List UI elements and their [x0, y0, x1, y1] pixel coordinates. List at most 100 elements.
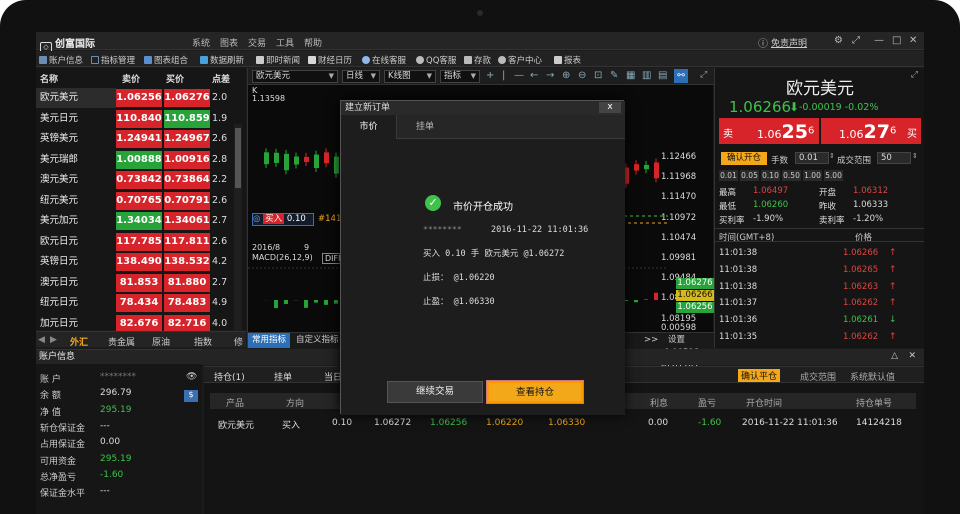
quote-name[interactable]: 欧元美元 — [40, 88, 112, 108]
quote-ask[interactable]: 110.859 — [164, 109, 210, 128]
tool-news[interactable]: 即时新闻 — [256, 54, 300, 66]
deposit-icon[interactable]: $ — [184, 390, 198, 402]
quote-ask[interactable]: 1.06276 — [164, 89, 210, 107]
tab-more[interactable]: 修 — [234, 335, 243, 348]
tab-metals[interactable]: 贵金属 — [108, 335, 135, 348]
quote-name[interactable]: 英镑美元 — [40, 129, 112, 149]
view-positions-button[interactable]: 查看持仓 — [486, 380, 584, 404]
zoom-out-icon[interactable]: ⊖ — [578, 70, 586, 81]
tab-oil[interactable]: 原油 — [152, 335, 170, 348]
quote-bid[interactable]: 82.676 — [116, 314, 162, 333]
bars-icon[interactable]: ▥ — [642, 70, 651, 81]
minimize-icon[interactable]: — — [874, 35, 884, 46]
quote-ask[interactable]: 1.24967 — [164, 130, 210, 148]
chart-style-select[interactable]: K线图 ▼ — [384, 70, 436, 83]
quote-name[interactable]: 美元加元 — [40, 211, 112, 231]
tool-indicator-manage[interactable]: 指标管理 — [91, 54, 135, 66]
system-default-label[interactable]: 系统默认值 — [850, 370, 895, 383]
tool-qq[interactable]: QQ客服 — [416, 54, 456, 66]
confirm-close-button[interactable]: 确认平仓 — [738, 369, 781, 382]
menu-chart[interactable]: 图表 — [220, 36, 238, 49]
continue-trading-button[interactable]: 继续交易 — [387, 381, 483, 403]
tab-custom-indicators[interactable]: 自定义指标 — [296, 333, 339, 348]
tab-market[interactable]: 市价 — [341, 115, 397, 139]
fullscreen-icon[interactable]: ⤢ — [852, 35, 860, 46]
link-icon[interactable]: ⚯ — [674, 69, 688, 83]
tab-settings[interactable]: 设置 — [668, 333, 685, 348]
pencil-icon[interactable]: ✎ — [610, 70, 618, 81]
disclaimer-link[interactable]: 免责声明 — [771, 36, 807, 49]
quote-ask[interactable]: 82.716 — [164, 314, 210, 333]
quote-bid[interactable]: 1.24941 — [116, 130, 162, 148]
confirm-open-button[interactable]: 确认开仓 — [721, 152, 767, 165]
tab-prev-icon[interactable]: ◀ — [38, 335, 45, 345]
quote-bid[interactable]: 110.840 — [116, 109, 162, 128]
quick-lot-button[interactable]: 0.05 — [740, 170, 759, 181]
tool-deposit[interactable]: 存款 — [464, 54, 491, 66]
lots-input[interactable]: 0.01 — [795, 152, 829, 164]
quote-name[interactable]: 英镑日元 — [40, 252, 112, 272]
order-line-tag[interactable]: ◎ 买入 0.10 — [252, 213, 314, 226]
sell-button[interactable]: 卖 1.06256 — [719, 118, 819, 144]
quote-bid[interactable]: 1.06256 — [116, 89, 162, 107]
tab-pending-order[interactable]: 挂单 — [397, 115, 453, 139]
tool-calendar[interactable]: 财经日历 — [308, 54, 352, 66]
tab-holdings[interactable]: 持仓(1) — [214, 370, 245, 383]
quote-scrollbar[interactable] — [234, 124, 242, 364]
quick-lot-button[interactable]: 5.00 — [824, 170, 843, 181]
quote-name[interactable]: 欧元日元 — [40, 232, 112, 252]
quote-bid[interactable]: 0.73842 — [116, 171, 162, 189]
close-icon[interactable]: ✕ — [909, 35, 917, 46]
close-panel-icon[interactable]: ✕ — [908, 351, 916, 361]
tab-next-icon[interactable]: ▶ — [50, 335, 57, 345]
quote-name[interactable]: 澳元日元 — [40, 273, 112, 293]
fit-icon[interactable]: ⊡ — [594, 70, 602, 81]
quote-bid[interactable]: 0.70765 — [116, 191, 162, 210]
menu-system[interactable]: 系统 — [192, 36, 210, 49]
tool-account-info[interactable]: 账户信息 — [39, 54, 83, 66]
quote-ask[interactable]: 0.73864 — [164, 171, 210, 189]
quote-bid[interactable]: 138.490 — [116, 253, 162, 271]
grid-icon[interactable]: ▦ — [626, 70, 635, 81]
quote-name[interactable]: 纽元美元 — [40, 191, 112, 211]
template-icon[interactable]: ▤ — [658, 70, 667, 81]
quick-lot-button[interactable]: 0.10 — [761, 170, 780, 181]
quote-name[interactable]: 美元日元 — [40, 109, 112, 129]
indicator-select[interactable]: 指标 ▼ — [440, 70, 480, 83]
arrow-left-icon[interactable]: ← — [530, 70, 538, 81]
maximize-icon[interactable]: □ — [892, 35, 901, 46]
tab-common-indicators[interactable]: 常用指标 — [248, 333, 291, 348]
mask-icon[interactable]: 👁 — [186, 372, 197, 382]
buy-button[interactable]: 1.06276 买 — [821, 118, 921, 144]
menu-trade[interactable]: 交易 — [248, 36, 266, 49]
quote-bid[interactable]: 81.853 — [116, 273, 162, 292]
user-settings-icon[interactable]: ⚙ — [834, 35, 843, 46]
menu-help[interactable]: 帮助 — [304, 36, 322, 49]
menu-tools[interactable]: 工具 — [276, 36, 294, 49]
quote-ask[interactable]: 138.532 — [164, 253, 210, 271]
lots-stepper-icon[interactable]: ⇕ — [829, 152, 835, 160]
quote-bid[interactable]: 1.34034 — [116, 212, 162, 230]
quick-lot-button[interactable]: 0.01 — [719, 170, 738, 181]
quick-lot-button[interactable]: 0.50 — [782, 170, 801, 181]
period-select[interactable]: 日线 ▼ — [342, 70, 380, 83]
vline-icon[interactable]: | — [502, 70, 505, 81]
quick-lot-button[interactable]: 1.00 — [803, 170, 822, 181]
symbol-select[interactable]: 欧元美元 ▼ — [252, 70, 338, 83]
quote-bid[interactable]: 117.785 — [116, 232, 162, 251]
quote-ask[interactable]: 1.34061 — [164, 212, 210, 230]
arrow-right-icon[interactable]: → — [546, 70, 554, 81]
quote-ask[interactable]: 78.483 — [164, 294, 210, 312]
dialog-close-button[interactable]: x — [599, 102, 621, 113]
scroll-thumb[interactable] — [235, 128, 241, 188]
quote-bid[interactable]: 1.00888 — [116, 150, 162, 169]
range-input[interactable]: 50 — [877, 152, 911, 164]
quote-ask[interactable]: 0.70791 — [164, 191, 210, 210]
tool-report[interactable]: 报表 — [554, 54, 581, 66]
tool-chart-group[interactable]: 图表组合 — [144, 54, 188, 66]
tool-refresh[interactable]: 数据刷新 — [200, 54, 244, 66]
quote-bid[interactable]: 78.434 — [116, 294, 162, 312]
tab-index[interactable]: 指数 — [194, 335, 212, 348]
tool-online-service[interactable]: 在线客服 — [362, 54, 406, 66]
tab-more-indicators[interactable]: >> — [644, 333, 658, 348]
